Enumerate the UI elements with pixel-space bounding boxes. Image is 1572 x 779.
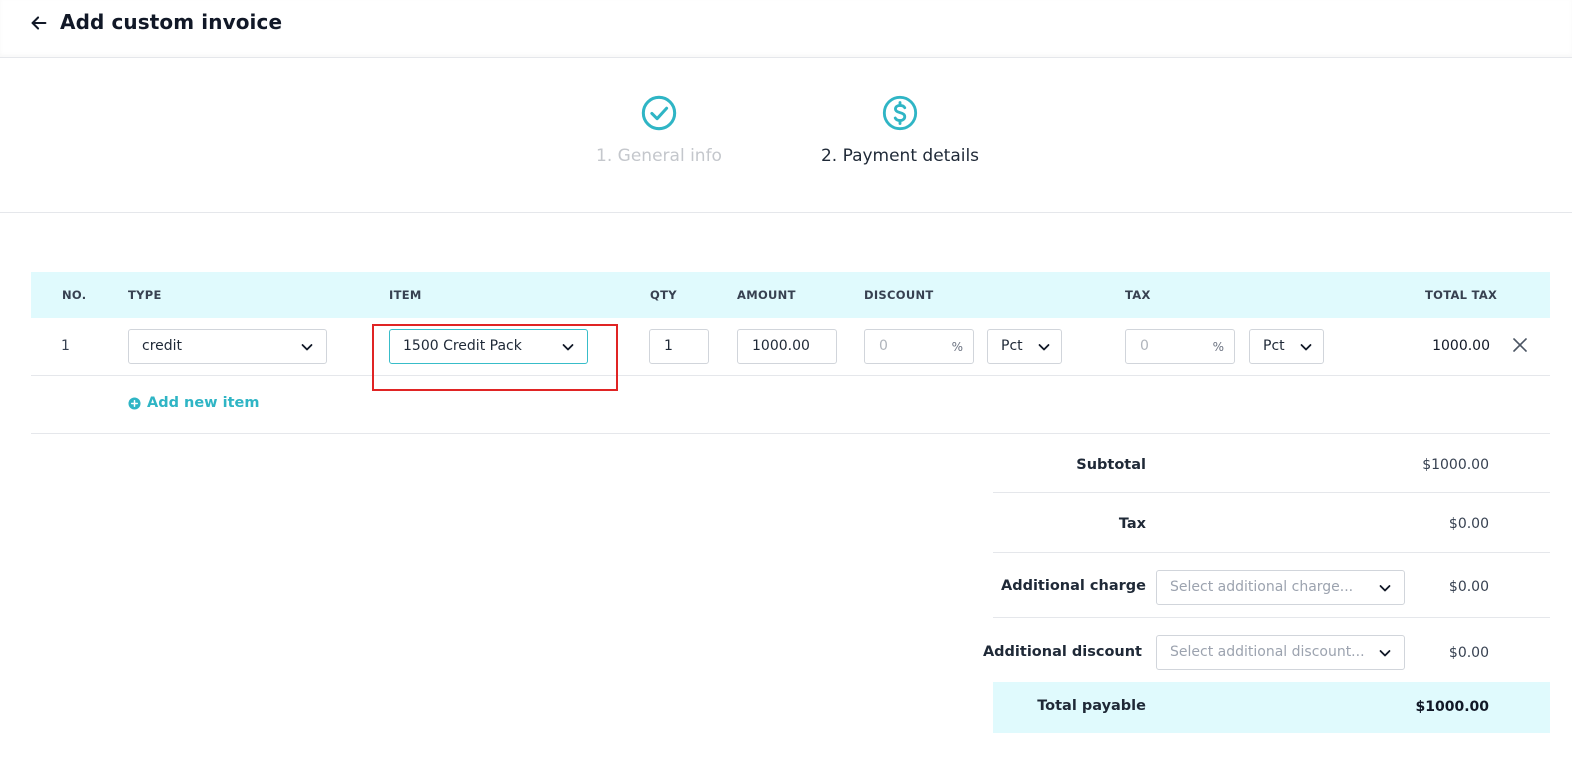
arrow-left-icon[interactable] xyxy=(28,12,50,34)
discount-mode-select[interactable]: Pct xyxy=(987,329,1062,364)
column-header-qty: QTY xyxy=(650,288,677,302)
items-table-header: NO. TYPE ITEM QTY AMOUNT DISCOUNT TAX TO… xyxy=(31,272,1550,318)
row-number: 1 xyxy=(61,338,70,354)
qty-input[interactable]: 1 xyxy=(649,329,709,364)
add-new-item-button[interactable]: Add new item xyxy=(128,395,259,411)
tax-value: $0.00 xyxy=(1448,516,1489,532)
page-header: Add custom invoice xyxy=(0,0,1572,58)
amount-value: 1000.00 xyxy=(752,338,810,354)
column-header-type: TYPE xyxy=(128,288,162,302)
step-payment-details[interactable]: 2. Payment details xyxy=(812,94,988,166)
page-title: Add custom invoice xyxy=(60,10,283,34)
tax-mode-select[interactable]: Pct xyxy=(1249,329,1324,364)
add-item-row: Add new item xyxy=(31,376,1550,434)
summary-subtotal-row: Subtotal $1000.00 xyxy=(993,437,1550,493)
column-header-no: NO. xyxy=(62,288,87,302)
subtotal-label: Subtotal xyxy=(1076,457,1146,473)
check-circle-icon xyxy=(641,95,677,131)
summary-additional-charge-row: Additional charge Select additional char… xyxy=(993,553,1550,618)
step-label: 2. Payment details xyxy=(820,146,980,166)
discount-mode-value: Pct xyxy=(1001,338,1023,354)
additional-charge-select[interactable]: Select additional charge... xyxy=(1156,570,1405,605)
type-select[interactable]: credit xyxy=(128,329,327,364)
subtotal-value: $1000.00 xyxy=(1422,457,1489,473)
row-total-tax: 1000.00 xyxy=(1432,338,1490,354)
column-header-discount: DISCOUNT xyxy=(864,288,934,302)
qty-value: 1 xyxy=(664,338,673,354)
item-select[interactable]: 1500 Credit Pack xyxy=(389,329,588,364)
summary-tax-row: Tax $0.00 xyxy=(993,493,1550,553)
chevron-down-icon xyxy=(1038,344,1050,351)
column-header-item: ITEM xyxy=(389,288,422,302)
additional-discount-label: Additional discount xyxy=(982,644,1142,660)
chevron-down-icon xyxy=(562,344,574,351)
step-label: 1. General info xyxy=(596,146,722,166)
additional-charge-placeholder: Select additional charge... xyxy=(1170,579,1354,595)
discount-percent-suffix: % xyxy=(951,340,963,354)
column-header-total-tax: TOTAL TAX xyxy=(1425,288,1498,302)
additional-charge-label: Additional charge xyxy=(1000,578,1146,594)
tax-mode-value: Pct xyxy=(1263,338,1285,354)
column-header-tax: TAX xyxy=(1125,288,1151,302)
additional-discount-value: $0.00 xyxy=(1448,645,1489,661)
close-icon[interactable] xyxy=(1512,337,1528,353)
additional-discount-placeholder: Select additional discount... xyxy=(1170,644,1365,660)
summary-additional-discount-row: Additional discount Select additional di… xyxy=(983,618,1550,682)
total-payable-label: Total payable xyxy=(1037,698,1146,714)
chevron-down-icon xyxy=(301,344,313,351)
additional-charge-value: $0.00 xyxy=(1448,579,1489,595)
chevron-down-icon xyxy=(1300,344,1312,351)
summary-total-row: Total payable $1000.00 xyxy=(993,682,1550,733)
chevron-down-icon xyxy=(1379,650,1391,657)
amount-input[interactable]: 1000.00 xyxy=(737,329,837,364)
total-payable-value: $1000.00 xyxy=(1415,699,1489,715)
additional-discount-select[interactable]: Select additional discount... xyxy=(1156,635,1405,670)
tax-percent-suffix: % xyxy=(1212,340,1224,354)
discount-placeholder: 0 xyxy=(879,338,888,354)
plus-circle-icon xyxy=(128,396,141,410)
type-select-value: credit xyxy=(142,338,183,354)
tax-label: Tax xyxy=(1118,516,1146,532)
step-general-info[interactable]: 1. General info xyxy=(588,94,730,166)
item-select-value: 1500 Credit Pack xyxy=(403,338,522,354)
stepper: 1. General info 2. Payment details xyxy=(0,58,1572,213)
dollar-circle-icon xyxy=(882,95,918,131)
chevron-down-icon xyxy=(1379,585,1391,592)
tax-input[interactable]: 0 % xyxy=(1125,329,1235,364)
add-new-item-label: Add new item xyxy=(147,395,260,411)
tax-placeholder: 0 xyxy=(1140,338,1149,354)
column-header-amount: AMOUNT xyxy=(737,288,796,302)
table-row: 1 credit 1500 Credit Pack 1 1000.00 0 % … xyxy=(31,318,1550,376)
discount-input[interactable]: 0 % xyxy=(864,329,974,364)
